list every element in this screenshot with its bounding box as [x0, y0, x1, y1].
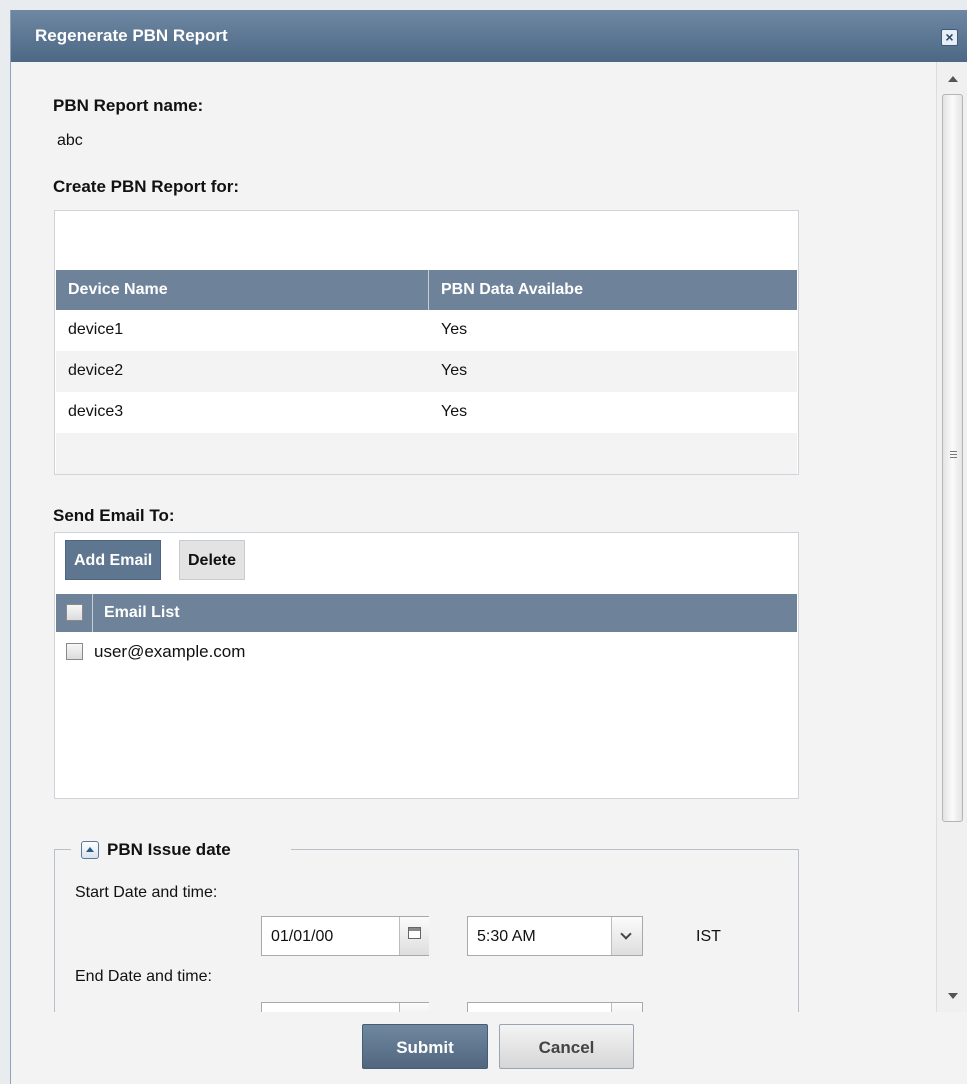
scrollbar-thumb[interactable] — [942, 94, 963, 822]
column-device-name[interactable]: Device Name — [68, 281, 168, 299]
submit-button[interactable]: Submit — [362, 1024, 488, 1069]
send-email-label: Send Email To: — [53, 506, 175, 525]
column-pbn-data-available[interactable]: PBN Data Availabe — [441, 281, 583, 299]
dialog-content: PBN Report name: abc Create PBN Report f… — [11, 62, 967, 1012]
device-name-cell: device1 — [68, 321, 124, 338]
scroll-up-icon[interactable] — [948, 76, 958, 82]
regenerate-report-dialog: Regenerate PBN Report × PBN Report name:… — [10, 10, 967, 1084]
report-name-value: abc — [57, 132, 83, 149]
email-row-checkbox[interactable] — [66, 643, 83, 660]
column-email-list[interactable]: Email List — [104, 604, 180, 622]
device-name-cell: device2 — [68, 362, 124, 379]
scroll-down-icon[interactable] — [948, 993, 958, 999]
grip-icon — [950, 451, 957, 458]
email-address: user@example.com — [94, 642, 246, 661]
table-row[interactable]: device1 Yes — [56, 310, 797, 351]
select-all-checkbox[interactable] — [66, 604, 83, 621]
cancel-button[interactable]: Cancel — [499, 1024, 634, 1069]
add-email-button[interactable]: Add Email — [65, 540, 162, 580]
pbn-available-cell: Yes — [441, 321, 468, 338]
table-row[interactable]: device2 Yes — [56, 351, 797, 392]
end-date-label: End Date and time: — [75, 968, 212, 985]
email-grid-header: Email List — [56, 594, 797, 632]
create-for-label: Create PBN Report for: — [53, 177, 240, 196]
pbn-available-cell: Yes — [441, 403, 468, 420]
device-name-cell: device3 — [68, 403, 124, 420]
vertical-scrollbar[interactable] — [936, 62, 967, 1012]
pbn-available-cell: Yes — [441, 362, 468, 379]
calendar-icon[interactable] — [399, 1003, 429, 1012]
dialog-titlebar: Regenerate PBN Report × — [11, 10, 967, 62]
delete-email-button[interactable]: Delete — [179, 540, 246, 580]
start-date-value: 01/01/00 — [271, 928, 334, 945]
dialog-footer: Submit Cancel — [11, 1012, 967, 1084]
chevron-down-icon[interactable] — [611, 1003, 642, 1012]
close-icon[interactable]: × — [941, 29, 958, 46]
calendar-icon[interactable] — [399, 917, 429, 955]
email-grid: Add Email Delete Email List user@example… — [54, 532, 799, 799]
start-time-value: 5:30 AM — [477, 928, 536, 945]
report-name-label: PBN Report name: — [53, 96, 204, 115]
device-grid-footer — [56, 433, 797, 474]
device-grid-header: Device Name PBN Data Availabe — [56, 270, 797, 310]
collapse-toggle-icon[interactable] — [81, 841, 99, 859]
start-date-label: Start Date and time: — [75, 884, 218, 901]
table-row[interactable]: device3 Yes — [56, 392, 797, 433]
timezone-label: IST — [696, 928, 721, 945]
pbn-issue-date-legend: PBN Issue date — [107, 840, 231, 859]
device-grid: Device Name PBN Data Availabe device1 Ye… — [54, 210, 799, 475]
chevron-down-icon[interactable] — [611, 917, 642, 955]
dialog-title: Regenerate PBN Report — [35, 26, 228, 45]
list-item[interactable]: user@example.com — [56, 632, 797, 673]
